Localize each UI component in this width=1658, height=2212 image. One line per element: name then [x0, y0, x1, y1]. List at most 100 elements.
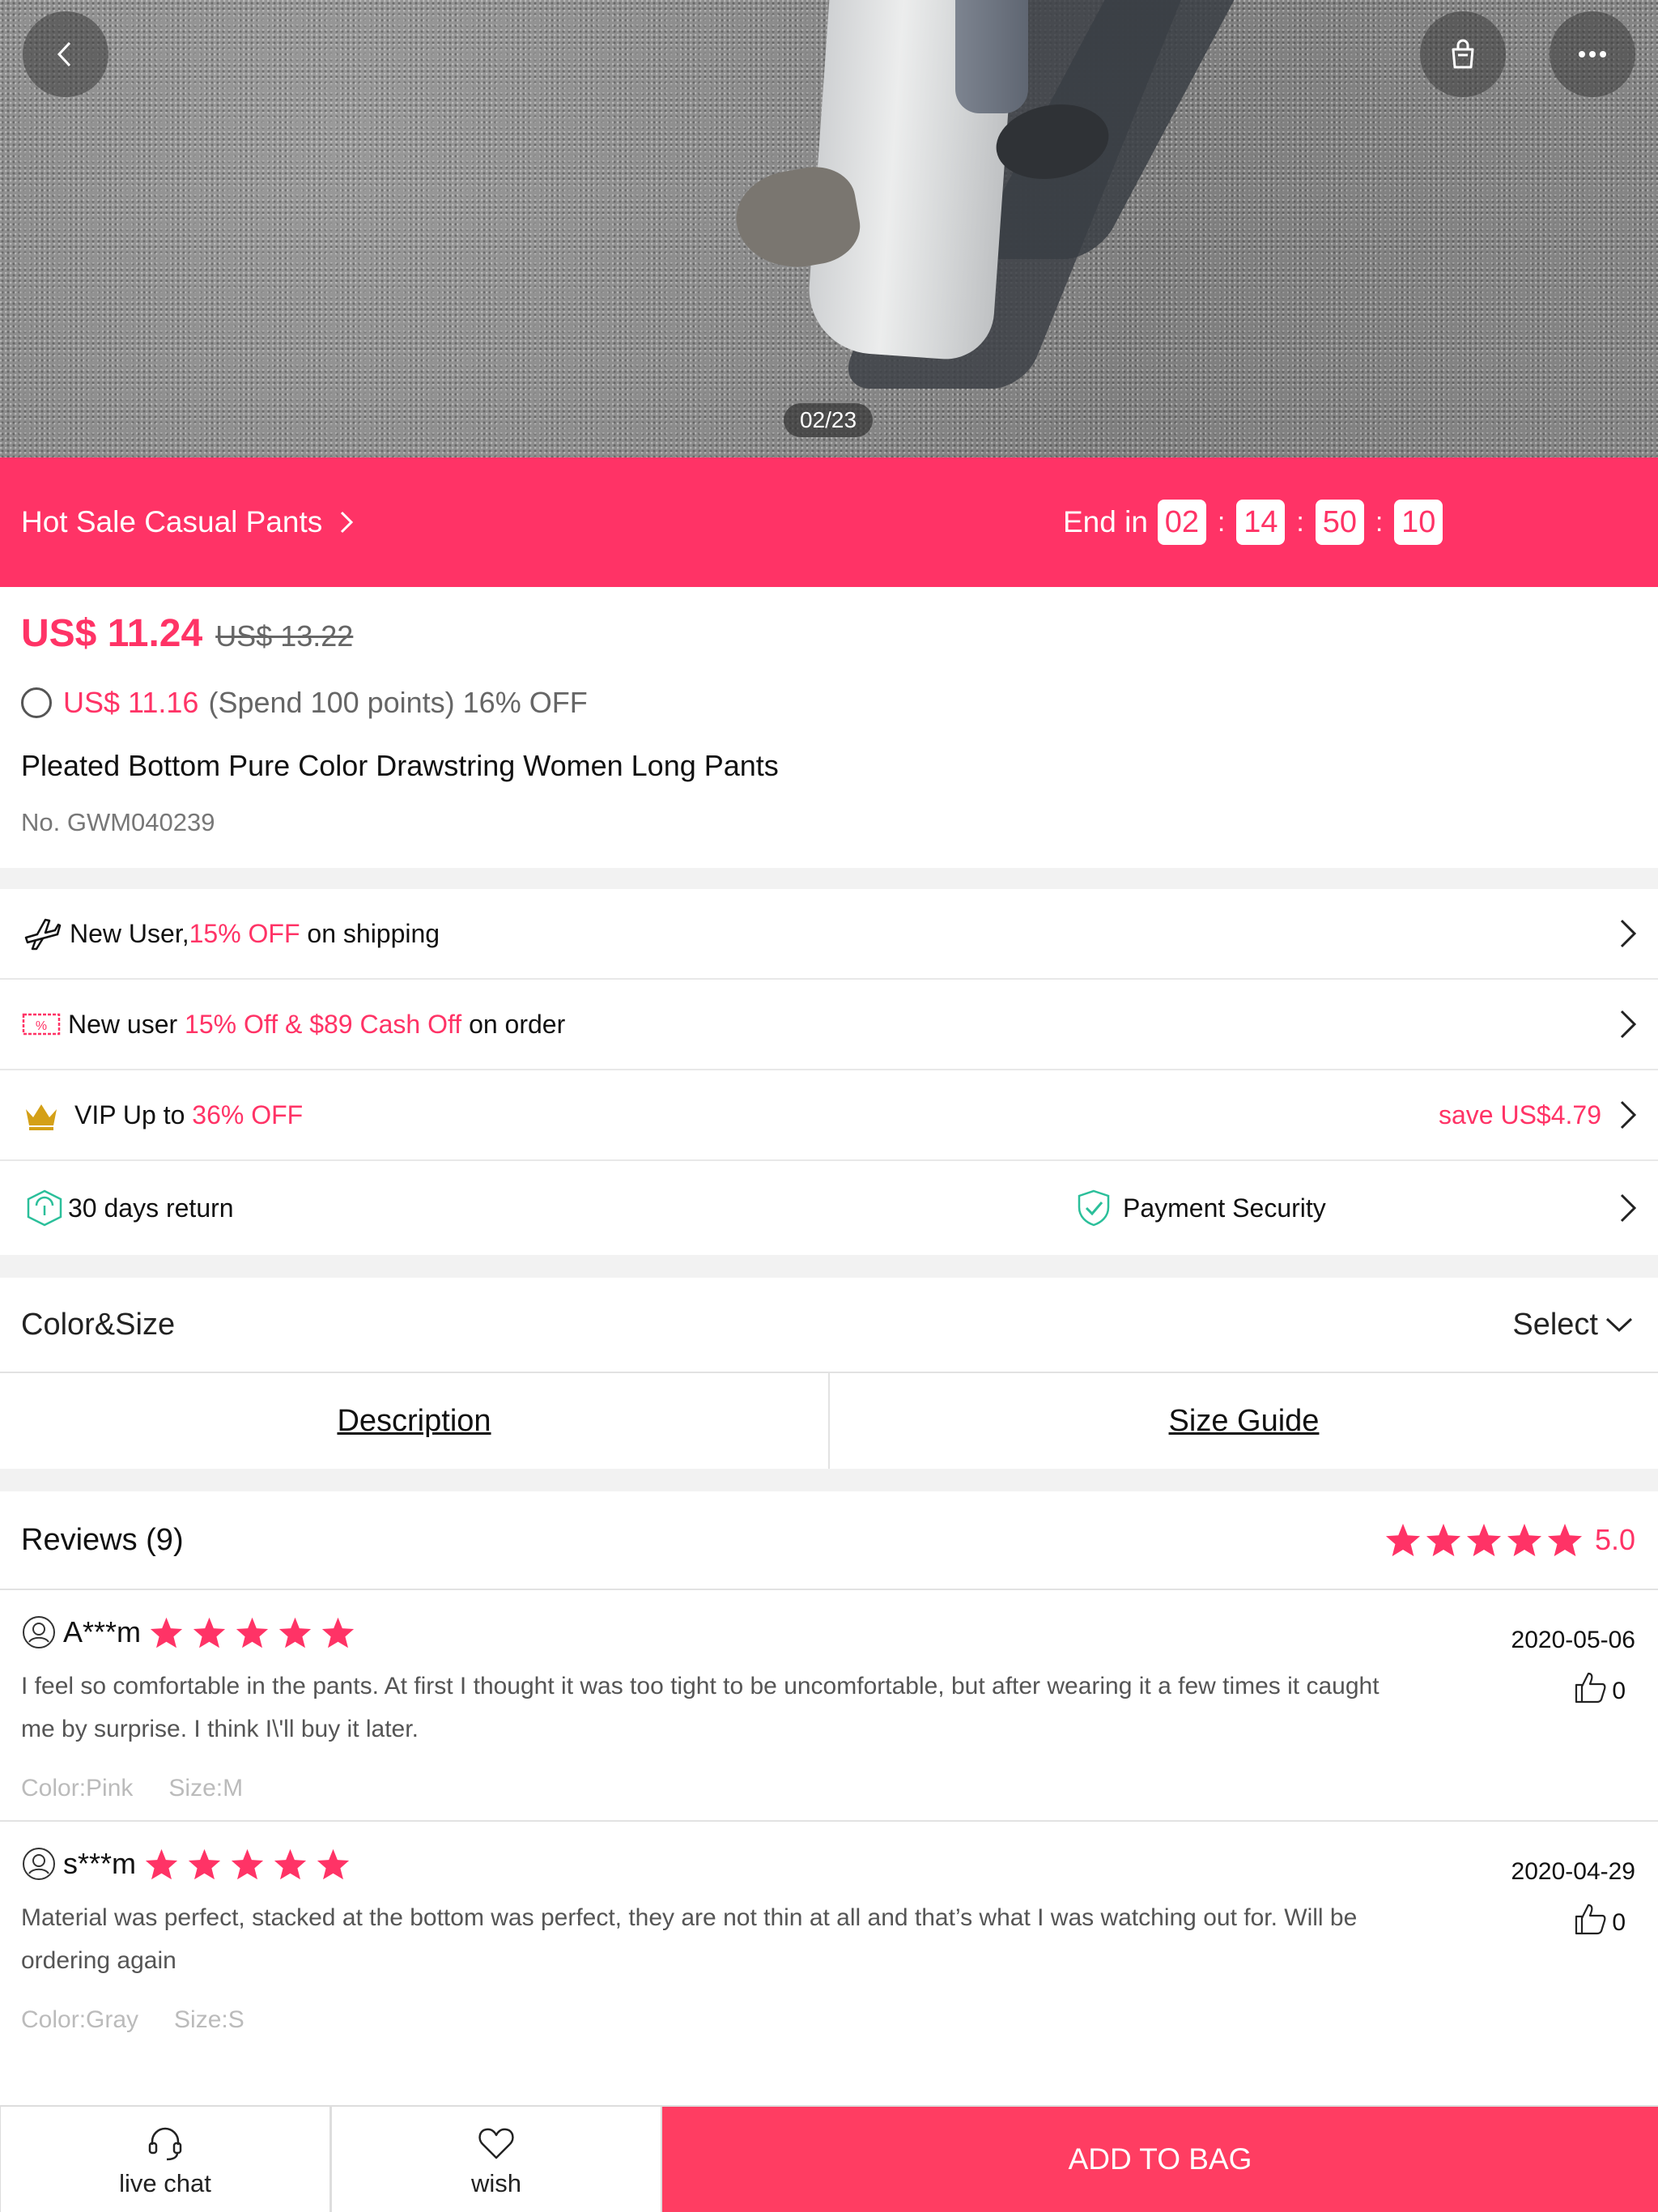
bottom-action-bar: live chat wish ADD TO BAG	[0, 2105, 1658, 2212]
live-chat-button[interactable]: live chat	[0, 2107, 331, 2212]
thumbs-up-icon	[1575, 1904, 1606, 1935]
timer-hours: 14	[1236, 500, 1286, 545]
cart-button[interactable]	[1420, 11, 1506, 97]
countdown-timer: End in 02 : 14 : 50 : 10	[1063, 500, 1443, 545]
shipping-suffix: on shipping	[300, 918, 440, 948]
timer-separator: :	[1375, 506, 1384, 538]
reviews-header[interactable]: Reviews (9) 5.0	[0, 1491, 1658, 1590]
product-image-gallery[interactable]: 02/23	[0, 0, 1658, 457]
product-title: Pleated Bottom Pure Color Drawstring Wom…	[21, 749, 779, 782]
reviewer-name: A***m	[63, 1615, 142, 1648]
select-label: Select	[1512, 1307, 1598, 1342]
order-prefix: New user	[68, 1009, 185, 1039]
price-section: US$ 11.24 US$ 13.22 US$ 11.16 (Spend 100…	[0, 587, 1658, 866]
select-dropdown[interactable]: Select	[1512, 1308, 1634, 1342]
like-button[interactable]: 0	[1573, 1670, 1626, 1705]
review-date: 2020-05-06	[1511, 1627, 1635, 1653]
section-divider	[0, 1469, 1658, 1491]
color-size-label: Color&Size	[21, 1307, 176, 1342]
star-icon	[1385, 1523, 1420, 1557]
star-icon	[231, 1848, 264, 1879]
vip-promo-row[interactable]: VIP Up to 36% OFF save US$4.79	[0, 1070, 1658, 1161]
shipping-promo-row[interactable]: New User,15% OFF on shipping	[0, 889, 1658, 980]
return-box-icon	[24, 1188, 65, 1228]
star-icon	[1466, 1523, 1501, 1557]
review-variant: Color:Gray Size:S	[21, 2006, 244, 2034]
end-in-label: End in	[1063, 505, 1148, 538]
points-text: (Spend 100 points) 16% OFF	[208, 686, 588, 719]
chevron-left-icon	[57, 41, 71, 67]
star-icon	[188, 1848, 221, 1879]
chevron-right-icon	[1620, 1193, 1637, 1223]
section-divider	[0, 1255, 1658, 1278]
product-number: No. GWM040239	[21, 808, 215, 836]
timer-seconds: 10	[1394, 500, 1443, 545]
review-user: A***m	[21, 1614, 355, 1650]
airplane-icon	[21, 913, 62, 954]
order-promo-text: New user 15% Off & $89 Cash Off on order	[68, 1010, 565, 1040]
review-stars	[144, 1848, 351, 1881]
crown-icon	[21, 1095, 62, 1135]
like-button[interactable]: 0	[1573, 1901, 1626, 1937]
vip-highlight: 36% OFF	[192, 1100, 304, 1129]
flash-sale-banner[interactable]: Hot Sale Casual Pants End in 02 : 14 : 5…	[0, 457, 1658, 587]
timer-separator: :	[1217, 506, 1226, 538]
more-dots-icon	[1579, 51, 1606, 57]
chevron-right-icon	[341, 511, 354, 534]
review-text: I feel so comfortable in the pants. At f…	[21, 1673, 1380, 1742]
tab-description[interactable]: Description	[0, 1373, 828, 1469]
star-icon	[236, 1617, 269, 1648]
like-count: 0	[1612, 1678, 1626, 1704]
wish-button[interactable]: wish	[331, 2107, 662, 2212]
review-item: s***m 2020-04-29 0 Material was perfect,…	[0, 1822, 1658, 2053]
vip-promo-text: VIP Up to 36% OFF	[74, 1100, 303, 1130]
color-size-selector[interactable]: Color&Size Select	[0, 1278, 1658, 1373]
timer-days: 02	[1157, 500, 1206, 545]
returns-text: 30 days return	[68, 1193, 234, 1223]
price-row: US$ 11.24 US$ 13.22	[21, 611, 353, 656]
rating-score: 5.0	[1594, 1523, 1635, 1556]
heart-icon	[478, 2128, 514, 2159]
points-radio[interactable]	[21, 687, 52, 718]
star-icon	[145, 1848, 178, 1879]
points-price: US$ 11.16	[63, 686, 199, 719]
wish-label: wish	[470, 2169, 521, 2197]
service-row[interactable]: 30 days return Payment Security	[0, 1161, 1658, 1255]
star-icon	[1426, 1523, 1460, 1557]
review-color: Color:Pink	[21, 1775, 134, 1802]
review-user: s***m	[21, 1846, 351, 1882]
star-icon	[193, 1617, 226, 1648]
star-icon	[150, 1617, 183, 1648]
more-button[interactable]	[1550, 11, 1635, 97]
vip-savings: save US$4.79	[1438, 1100, 1601, 1129]
star-icon	[1507, 1523, 1541, 1557]
reviews-title: Reviews (9)	[21, 1522, 184, 1557]
timer-separator: :	[1296, 506, 1304, 538]
section-divider	[0, 868, 1658, 889]
original-price: US$ 13.22	[215, 619, 354, 653]
points-option[interactable]: US$ 11.16 (Spend 100 points) 16% OFF	[21, 686, 588, 720]
current-price: US$ 11.24	[21, 612, 203, 655]
info-tabs: Description Size Guide	[0, 1373, 1658, 1469]
tab-size-guide[interactable]: Size Guide	[830, 1373, 1658, 1469]
user-avatar-icon	[23, 1848, 55, 1880]
overall-rating: 5.0	[1384, 1522, 1635, 1558]
chevron-right-icon	[1620, 919, 1637, 948]
star-icon	[1547, 1523, 1582, 1557]
review-size: Size:M	[168, 1775, 244, 1802]
star-icon	[321, 1617, 355, 1648]
sale-title-link[interactable]: Hot Sale Casual Pants	[21, 505, 358, 539]
image-counter: 02/23	[784, 403, 873, 437]
order-promo-row[interactable]: % New user 15% Off & $89 Cash Off on ord…	[0, 980, 1658, 1070]
headset-icon	[148, 2127, 182, 2161]
thumbs-up-icon	[1575, 1672, 1606, 1704]
review-stars	[149, 1616, 355, 1649]
star-icon	[278, 1617, 312, 1648]
chevron-right-icon	[1620, 1100, 1637, 1129]
review-size: Size:S	[174, 2006, 244, 2033]
add-to-bag-button[interactable]: ADD TO BAG	[662, 2107, 1658, 2212]
star-icon	[317, 1848, 350, 1879]
order-suffix: on order	[461, 1009, 566, 1039]
back-button[interactable]	[23, 11, 108, 97]
timer-minutes: 50	[1315, 500, 1364, 545]
